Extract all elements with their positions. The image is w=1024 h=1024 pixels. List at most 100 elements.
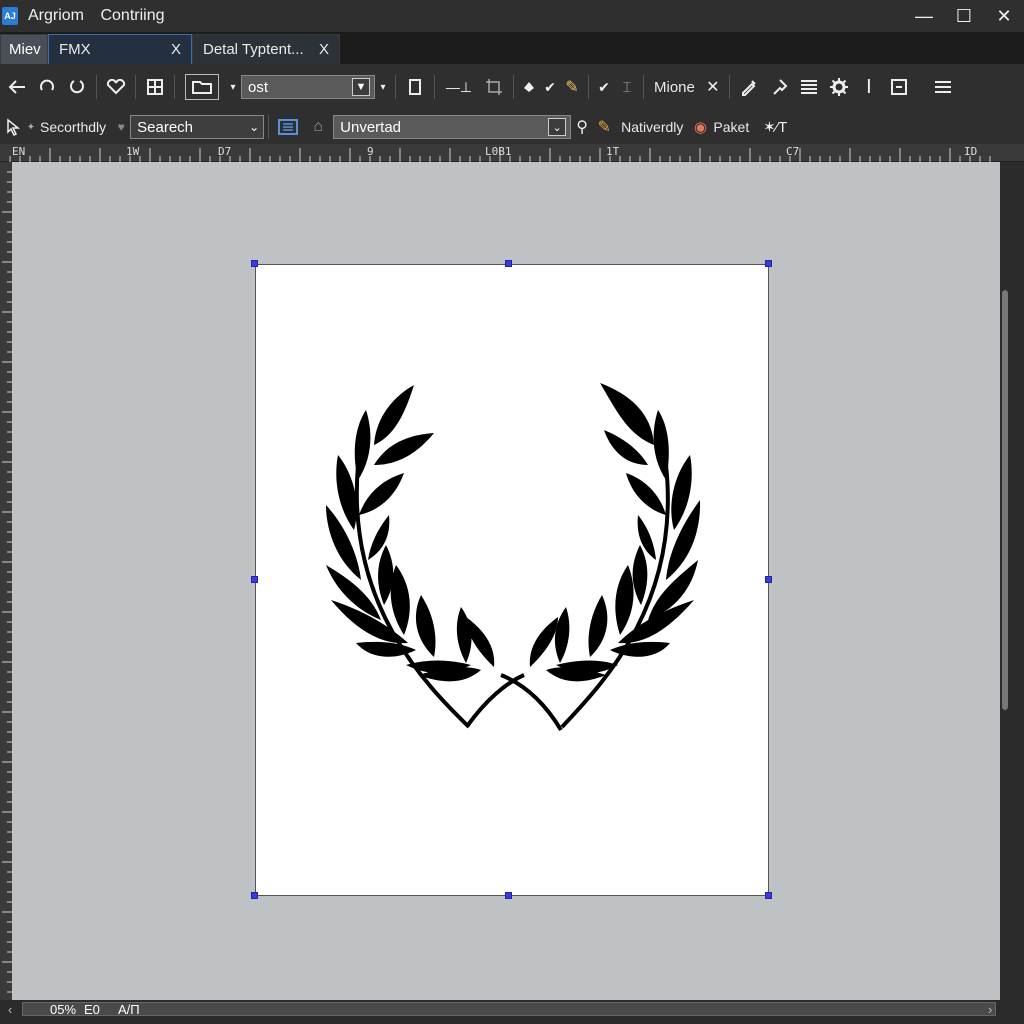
list-icon[interactable] [794, 73, 824, 101]
style-select[interactable]: Unvertad ⌄ [333, 115, 572, 139]
ruler-label: 1W [126, 145, 140, 158]
crop-icon[interactable] [479, 73, 509, 101]
toolbar-divider [96, 75, 97, 99]
pin-icon[interactable] [764, 73, 794, 101]
gear-icon[interactable] [824, 73, 854, 101]
scroll-right-icon[interactable]: › [988, 1002, 992, 1017]
selection-handle-left[interactable] [251, 576, 258, 583]
vertical-ruler[interactable] [0, 162, 12, 1000]
export-icon[interactable] [884, 73, 914, 101]
heart-shape-icon[interactable] [101, 73, 131, 101]
folder-icon[interactable] [185, 74, 219, 100]
tab-close-icon[interactable]: X [319, 41, 329, 58]
selection-handle-bottom-right[interactable] [765, 892, 772, 899]
scrollbar-thumb[interactable] [1002, 290, 1008, 710]
tab-label: Miev [9, 41, 41, 58]
window-controls: — ☐ ✕ [904, 0, 1024, 32]
heart-small-icon[interactable]: ♥ [112, 113, 130, 141]
chevron-down-icon: ⌄ [548, 118, 567, 136]
toolbar-divider [434, 75, 435, 99]
horizontal-scrollbar[interactable] [22, 1002, 996, 1016]
back-arrow-icon[interactable] [2, 73, 32, 101]
ruler-ticks [2, 171, 12, 993]
selection-arrow-icon[interactable] [2, 113, 24, 141]
redo-icon[interactable] [62, 73, 92, 101]
dropdown-arrow-icon[interactable]: ▾ [225, 73, 241, 101]
magic-wand-icon[interactable]: ✶⁄T [755, 113, 795, 141]
line-tool-icon[interactable]: —⊥ [439, 73, 479, 101]
pin-marker-icon[interactable]: ⚲ [571, 113, 593, 141]
tab-label: Detal Typtent... [203, 41, 304, 58]
selection-handle-top-left[interactable] [251, 260, 258, 267]
close-x-icon[interactable]: ✕ [701, 73, 725, 101]
toolbar-divider [588, 75, 589, 99]
selection-handle-bottom[interactable] [505, 892, 512, 899]
secondary-label[interactable]: Secorthdly [40, 119, 106, 135]
window-title-app: Argriom [28, 7, 85, 24]
status-bar: 05% E0 A/П ‹ › [0, 1000, 1024, 1024]
selection-handle-bottom-left[interactable] [251, 892, 258, 899]
home-icon[interactable]: ⌂ [303, 113, 333, 141]
font-select[interactable]: ost ▼ [241, 75, 375, 99]
laurel-wreath-artwork[interactable] [256, 265, 770, 897]
paket-label[interactable]: Paket [713, 119, 749, 135]
options-toolbar: ✦ Secorthdly ♥ Searech ⌄ ⌂ Unvertad ⌄ ⚲ … [0, 110, 1024, 144]
ruler-label: EN [12, 145, 26, 158]
horizontal-ruler[interactable]: EN 1W D7 9 L0B1 1T C7 ID [0, 144, 1024, 162]
font-select-value: ost [248, 78, 269, 96]
check-icon[interactable]: ✔ [593, 73, 615, 101]
window-title: Argriom Contriing [28, 7, 177, 25]
main-toolbar: ▾ ost ▼ ▾ —⊥ ✔ ✎ ✔ ⌶ Mione ✕ I [0, 64, 1024, 110]
toolbar-divider [174, 75, 175, 99]
fill-bucket-icon[interactable] [518, 73, 540, 101]
artboard[interactable] [255, 264, 769, 896]
pen-nib-icon[interactable]: ✎ [560, 73, 584, 101]
app-logo-icon: AJ [2, 7, 18, 25]
palette-icon[interactable]: ◉ [689, 113, 711, 141]
text-frame-icon[interactable]: ⌶ [615, 73, 639, 101]
minimize-button[interactable]: — [904, 0, 944, 32]
dropdown-arrow-icon[interactable]: ▾ [375, 73, 391, 101]
tab-miev[interactable]: Miev [0, 34, 48, 64]
coordinate-readout: E0 [84, 1002, 100, 1017]
mione-label[interactable]: Mione [654, 79, 695, 96]
tab-fmx[interactable]: FMX X [48, 34, 192, 64]
toolbar-divider [135, 75, 136, 99]
rectangle-icon[interactable] [400, 73, 430, 101]
check-icon[interactable]: ✔ [540, 73, 560, 101]
title-bar: AJ Argriom Contriing — ☐ ✕ [0, 0, 1024, 32]
zoom-level[interactable]: 05% [50, 1002, 76, 1017]
ruler-label: 1T [606, 145, 620, 158]
toolbar-divider [728, 75, 730, 99]
eyedropper-icon[interactable] [734, 73, 764, 101]
selection-handle-top-right[interactable] [765, 260, 772, 267]
sparkle-icon[interactable]: ✦ [24, 113, 38, 141]
undo-icon[interactable] [32, 73, 62, 101]
natively-label[interactable]: Nativerdly [621, 119, 683, 135]
ruler-label: ID [964, 145, 978, 158]
text-cursor-icon[interactable]: I [854, 73, 884, 101]
document-tab-bar: Miev FMX X Detal Typtent... X [0, 32, 1024, 64]
scroll-left-icon[interactable]: ‹ [8, 1002, 12, 1017]
close-window-button[interactable]: ✕ [984, 0, 1024, 32]
mode-indicator: A/П [118, 1002, 140, 1017]
maximize-button[interactable]: ☐ [944, 0, 984, 32]
search-select-value: Searech [137, 118, 194, 136]
window-title-doc: Contriing [100, 7, 165, 24]
pencil-icon[interactable]: ✎ [593, 113, 615, 141]
tab-label: FMX [59, 41, 91, 58]
tab-close-icon[interactable]: X [171, 41, 181, 58]
selection-handle-right[interactable] [765, 576, 772, 583]
chevron-down-icon: ▼ [352, 78, 370, 96]
menu-icon[interactable] [928, 73, 958, 101]
table-frame-icon[interactable] [273, 113, 303, 141]
toolbar-divider [643, 75, 644, 99]
grid-icon[interactable] [140, 73, 170, 101]
ruler-label: 9 [367, 145, 374, 158]
tab-detail-typtent[interactable]: Detal Typtent... X [192, 34, 340, 64]
toolbar-divider [395, 75, 396, 99]
selection-handle-top[interactable] [505, 260, 512, 267]
search-select[interactable]: Searech ⌄ [130, 115, 265, 139]
style-select-value: Unvertad [340, 118, 402, 136]
ruler-label: L0B1 [485, 145, 512, 158]
